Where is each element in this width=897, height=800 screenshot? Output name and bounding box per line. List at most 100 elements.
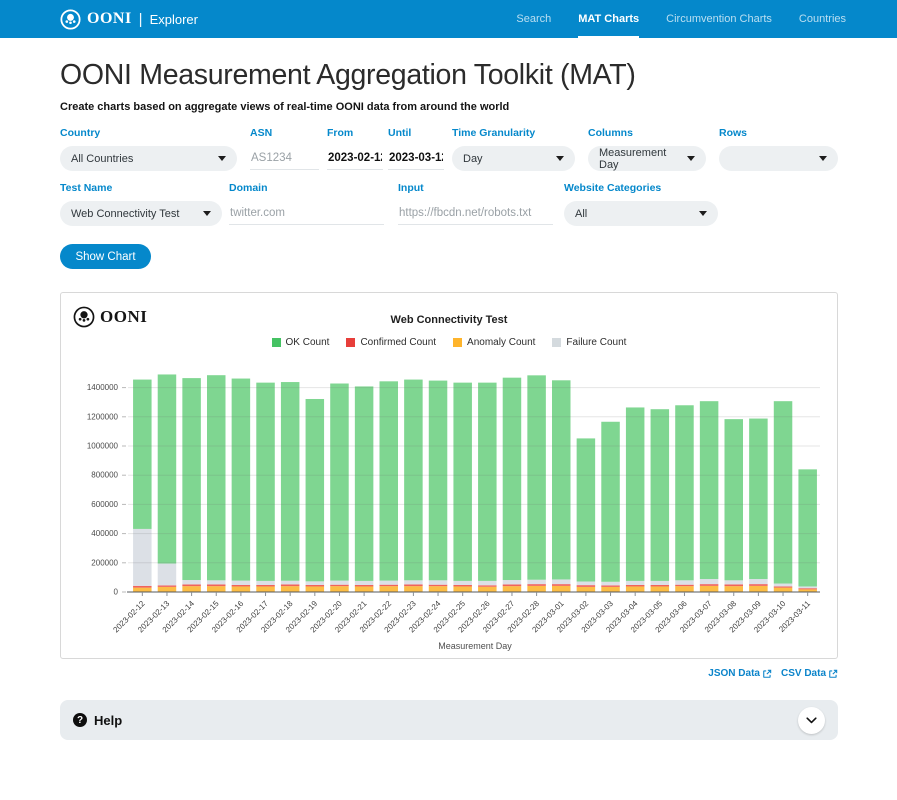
bar-segment <box>651 586 670 592</box>
bar-segment <box>404 586 423 592</box>
bar-segment <box>355 386 374 580</box>
bar-segment <box>158 585 177 586</box>
legend-label: Anomaly Count <box>467 337 535 348</box>
from-date-input[interactable] <box>327 146 383 170</box>
help-section: ? Help <box>60 700 838 740</box>
until-date-input[interactable] <box>388 146 444 170</box>
bar-segment <box>725 419 744 580</box>
bar-segment <box>651 409 670 581</box>
bar-segment <box>133 586 152 588</box>
test-name-select-value: Web Connectivity Test <box>71 208 179 220</box>
from-label: From <box>327 127 383 139</box>
bar-segment <box>626 585 645 586</box>
bar-segment <box>133 529 152 586</box>
input-input[interactable] <box>398 201 553 225</box>
bar-segment <box>503 584 522 586</box>
country-select[interactable]: All Countries <box>60 146 237 171</box>
legend-item-ok-count: OK Count <box>272 337 330 348</box>
bar-segment <box>133 588 152 592</box>
bar-segment <box>404 580 423 584</box>
bar-segment <box>182 584 201 586</box>
bar-segment <box>330 384 349 581</box>
bar-segment <box>232 585 251 586</box>
main-content: OONI Measurement Aggregation Toolkit (MA… <box>60 59 838 740</box>
bar-segment <box>552 584 571 586</box>
bar-segment <box>232 586 251 592</box>
bar-segment <box>133 380 152 529</box>
bar-segment <box>749 579 768 584</box>
y-axis: 0200000400000600000800000100000012000001… <box>87 383 126 596</box>
test-name-select[interactable]: Web Connectivity Test <box>60 201 222 226</box>
nav-item-mat-charts[interactable]: MAT Charts <box>578 0 639 38</box>
bar-segment <box>453 586 472 592</box>
svg-text:400000: 400000 <box>91 529 118 538</box>
bar-segment <box>306 585 325 586</box>
legend-label: OK Count <box>286 337 330 348</box>
bar-segment <box>749 419 768 579</box>
bar-segment <box>232 581 251 585</box>
bar-segment <box>725 580 744 584</box>
brand[interactable]: OONI | Explorer <box>60 9 198 30</box>
bar-segment <box>281 382 300 581</box>
chevron-down-icon <box>819 156 827 161</box>
bar-segment <box>700 579 719 584</box>
bar-segment <box>700 586 719 592</box>
bar-segment <box>527 375 546 579</box>
bar-segment <box>527 580 546 584</box>
asn-input[interactable] <box>250 146 319 170</box>
x-axis-title: Measurement Day <box>438 641 512 651</box>
bar-segment <box>182 378 201 580</box>
bar-segment <box>774 401 793 583</box>
bar-segment <box>207 375 226 580</box>
bar-segment <box>207 580 226 584</box>
nav-item-countries[interactable]: Countries <box>799 0 846 38</box>
bar-segment <box>478 587 497 592</box>
nav-item-circumvention-charts[interactable]: Circumvention Charts <box>666 0 772 38</box>
bar-segment <box>601 585 620 586</box>
time-granularity-label: Time Granularity <box>452 127 575 139</box>
help-collapse-button[interactable] <box>798 707 825 734</box>
bar-segment <box>453 581 472 585</box>
bar-segment <box>774 588 793 592</box>
bar-segment <box>798 588 817 589</box>
filter-row-2: Test Name Web Connectivity Test Domain I… <box>60 182 838 226</box>
bar-segment <box>503 586 522 592</box>
json-data-link[interactable]: JSON Data <box>708 668 772 679</box>
bar-segment <box>404 584 423 586</box>
bars <box>133 374 817 592</box>
domain-input[interactable] <box>229 201 384 225</box>
svg-text:600000: 600000 <box>91 500 118 509</box>
bar-segment <box>355 581 374 585</box>
svg-text:0: 0 <box>114 588 119 597</box>
bar-segment <box>774 584 793 587</box>
csv-data-link[interactable]: CSV Data <box>781 668 838 679</box>
legend-swatch <box>346 338 355 347</box>
test-name-label: Test Name <box>60 182 222 194</box>
domain-label: Domain <box>229 182 384 194</box>
bar-segment <box>798 586 817 588</box>
bar-segment <box>355 586 374 592</box>
bar-segment <box>380 586 399 592</box>
chart-svg: 0200000400000600000800000100000012000001… <box>64 352 834 652</box>
bar-segment <box>774 586 793 587</box>
external-link-icon <box>762 669 772 679</box>
show-chart-button[interactable]: Show Chart <box>60 244 151 269</box>
bar-segment <box>675 585 694 586</box>
bar-segment <box>182 586 201 592</box>
bar-segment <box>306 586 325 592</box>
rows-select[interactable] <box>719 146 838 171</box>
bar-segment <box>429 580 448 584</box>
time-granularity-select[interactable]: Day <box>452 146 575 171</box>
columns-select[interactable]: Measurement Day <box>588 146 706 171</box>
bar-segment <box>429 585 448 586</box>
bar-segment <box>577 585 596 587</box>
bar-segment <box>182 580 201 584</box>
website-categories-select[interactable]: All <box>564 201 718 226</box>
bar-segment <box>207 584 226 586</box>
csv-data-link-label: CSV Data <box>781 668 826 679</box>
help-label: Help <box>94 713 122 728</box>
country-label: Country <box>60 127 237 139</box>
svg-text:1400000: 1400000 <box>87 383 119 392</box>
bar-segment <box>281 586 300 592</box>
nav-item-search[interactable]: Search <box>516 0 551 38</box>
